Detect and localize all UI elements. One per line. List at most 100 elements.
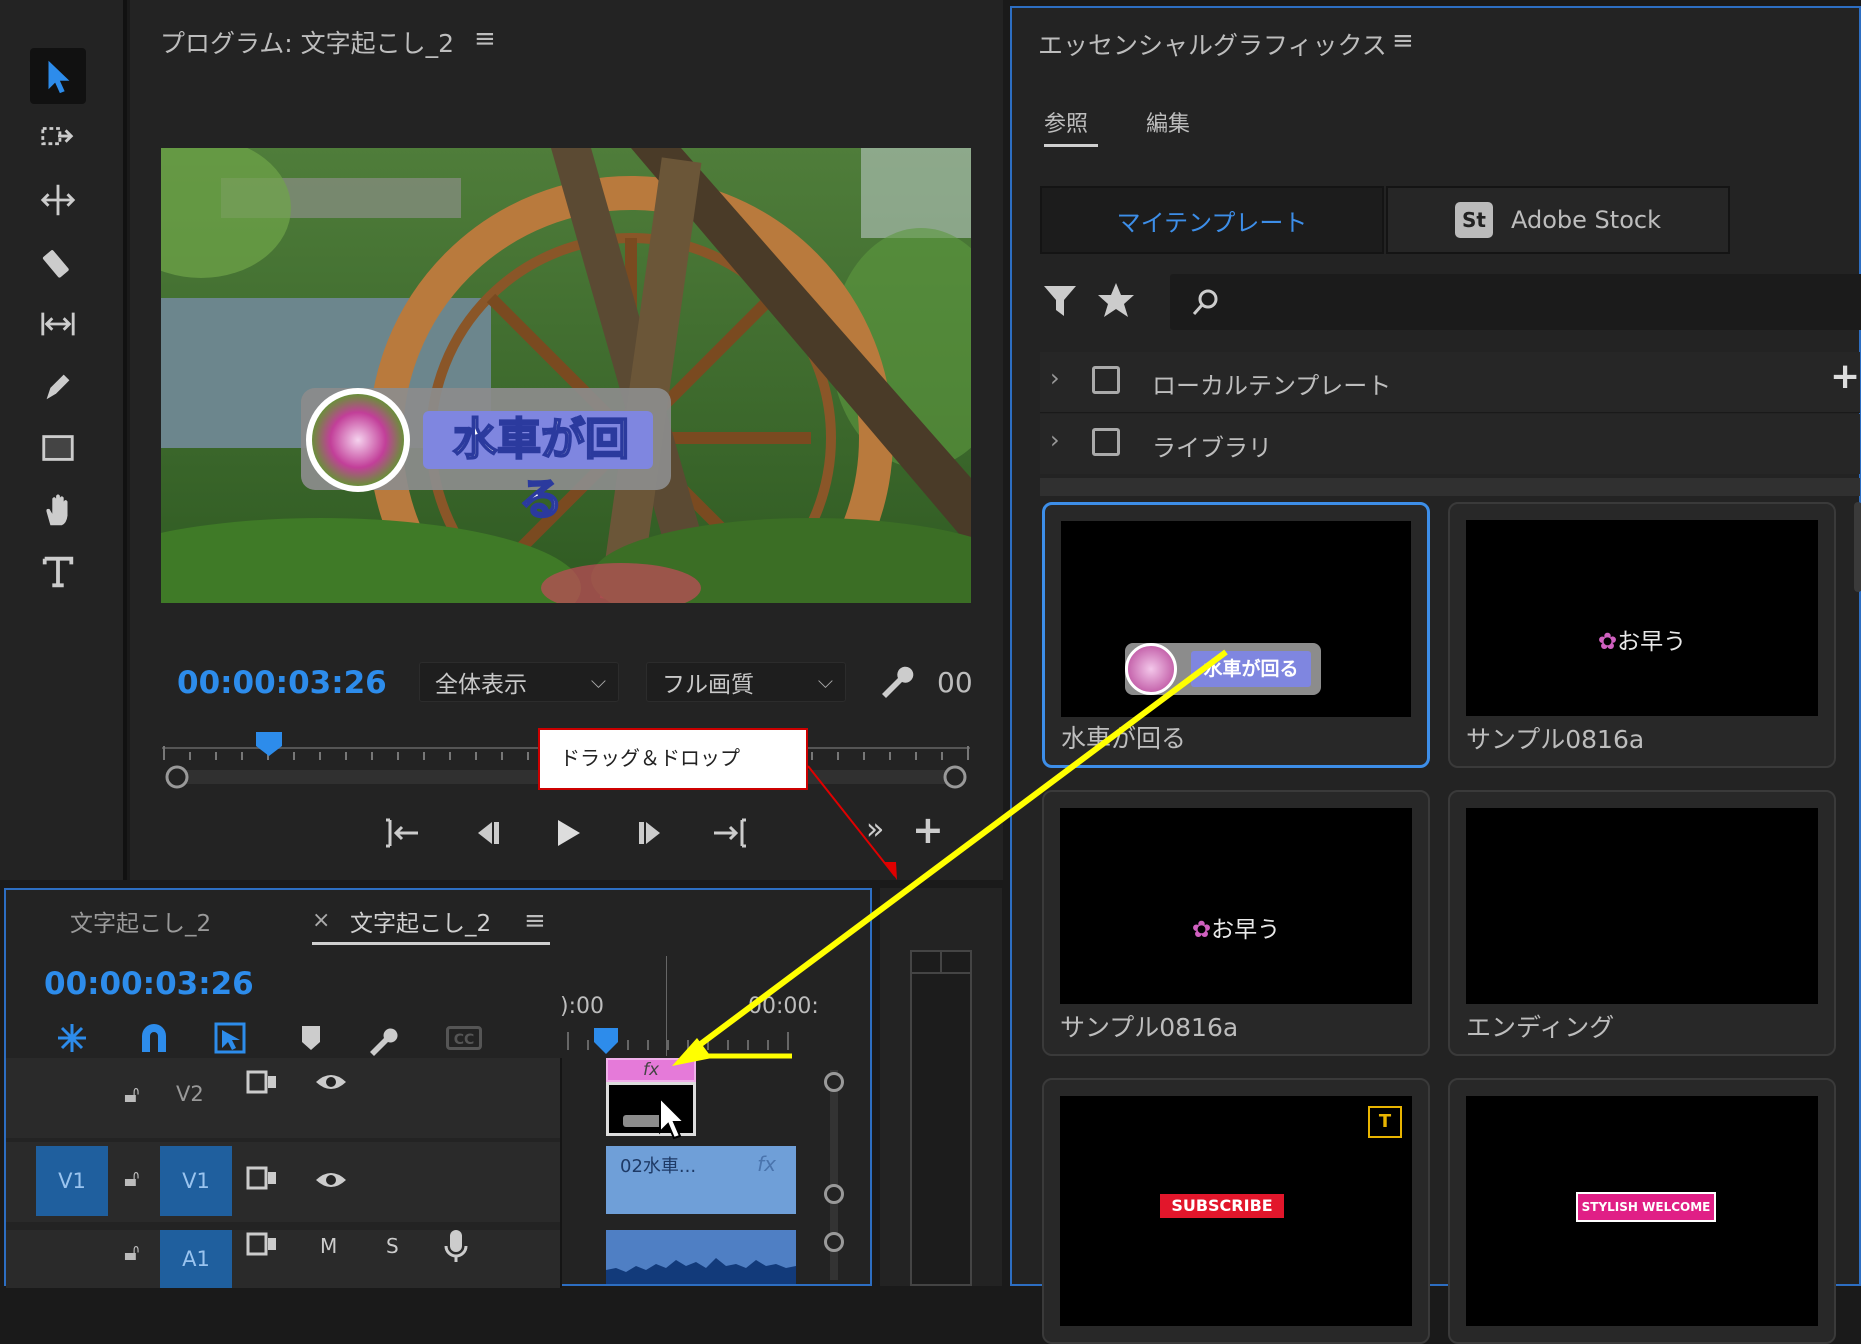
snap-magnet-icon[interactable] [136, 1020, 172, 1056]
voiceover-mic-icon[interactable] [444, 1228, 468, 1264]
template-tile-waterwheel[interactable]: 水車が回る 水車が回る [1042, 502, 1430, 768]
overlay-title-text: 水車が回る [452, 413, 630, 526]
template-thumbnail: ✿お早う [1060, 808, 1412, 1004]
folder-row-local-templates[interactable]: › ローカルテンプレート + [1040, 352, 1860, 413]
template-tile-ending[interactable]: エンディング [1448, 790, 1836, 1056]
timeline-panel: 文字起こし_2 × 文字起こし_2 ≡ 00:00:03:26 CC ):00 … [4, 888, 872, 1288]
lock-track-icon[interactable]: 🔓︎ [124, 1080, 140, 1108]
essential-graphics-menu-icon[interactable]: ≡ [1392, 26, 1414, 56]
eye-toggle-icon[interactable] [314, 1168, 348, 1192]
folder-checkbox[interactable] [1092, 428, 1120, 456]
ruler-end-label: 00:00: [748, 994, 819, 1019]
selection-tool-icon[interactable] [30, 48, 86, 104]
tab-edit[interactable]: 編集 [1146, 106, 1190, 138]
timeline-playhead-icon[interactable] [590, 1026, 622, 1058]
template-thumbnail [1466, 808, 1818, 1004]
eye-toggle-icon[interactable] [314, 1070, 348, 1094]
add-marker-icon[interactable] [296, 1022, 326, 1054]
track-select-tool-icon[interactable] [30, 110, 86, 166]
chevron-down-icon: ⌵ [590, 669, 606, 693]
chevron-right-icon[interactable]: › [1050, 364, 1060, 392]
rectangle-tool-icon[interactable] [30, 420, 86, 476]
my-templates-tab[interactable]: マイテンプレート [1040, 186, 1384, 254]
nest-sequence-icon[interactable] [54, 1020, 90, 1056]
scroll-handle-mid[interactable] [824, 1184, 844, 1204]
solo-track-button[interactable]: S [386, 1234, 399, 1258]
timeline-timecode[interactable]: 00:00:03:26 [44, 966, 254, 1002]
template-tile-sample-0816a[interactable]: ✿お早う サンプル0816a [1448, 502, 1836, 768]
program-timecode[interactable]: 00:00:03:26 [177, 665, 387, 701]
timeline-tab-inactive[interactable]: 文字起こし_2 [70, 904, 211, 938]
sync-lock-icon[interactable] [246, 1230, 278, 1258]
template-thumbnail: 水車が回る [1061, 521, 1411, 717]
tab-browse-underline [1044, 144, 1098, 147]
source-patch-label: V1 [58, 1169, 86, 1193]
folder-row-library[interactable]: › ライブラリ [1040, 414, 1860, 474]
playback-resolution-value: フル画質 [662, 672, 754, 698]
tab-close-icon[interactable]: × [312, 908, 330, 933]
pen-tool-icon[interactable] [30, 358, 86, 414]
step-back-button-icon[interactable] [466, 812, 508, 858]
essential-graphics-panel: エッセンシャルグラフィックス ≡ 参照 編集 マイテンプレート St Adobe… [1010, 6, 1861, 1344]
track-target-a1[interactable]: A1 [160, 1230, 232, 1288]
lock-track-icon[interactable]: 🔓︎ [124, 1238, 140, 1266]
scroll-handle-bottom[interactable] [824, 1232, 844, 1252]
scroll-handle-top[interactable] [824, 1072, 844, 1092]
template-tile-stylish-welcome[interactable]: STYLISH WELCOME [1448, 1078, 1836, 1344]
playback-resolution-select[interactable]: フル画質 ⌵ [646, 662, 846, 702]
video-clip-fx-badge: fx [757, 1152, 776, 1176]
button-editor-plus-icon[interactable]: + [912, 808, 944, 852]
audio-clip-a1[interactable] [606, 1230, 796, 1284]
mouse-cursor-icon [659, 1096, 687, 1140]
timeline-settings-wrench-icon[interactable] [364, 1020, 400, 1056]
graphic-clip-header[interactable]: fx [606, 1058, 696, 1082]
hand-tool-icon[interactable] [30, 482, 86, 538]
lock-track-icon[interactable]: 🔓︎ [124, 1164, 140, 1192]
active-tab-underline [312, 942, 550, 945]
video-clip-name: 02水車... [620, 1156, 697, 1177]
sync-lock-icon[interactable] [246, 1068, 278, 1096]
folder-checkbox[interactable] [1092, 366, 1120, 394]
track-name-v2: V2 [176, 1082, 204, 1106]
tab-browse[interactable]: 参照 [1044, 106, 1088, 138]
slip-tool-icon[interactable] [30, 296, 86, 352]
program-playhead[interactable] [256, 732, 282, 756]
track-header-v2 [6, 1058, 560, 1138]
adobe-stock-tab[interactable]: St Adobe Stock [1386, 186, 1730, 254]
template-thumbnail: STYLISH WELCOME [1466, 1096, 1818, 1326]
add-folder-plus-icon[interactable]: + [1830, 356, 1860, 397]
tools-panel [0, 0, 127, 880]
type-tool-icon[interactable] [30, 544, 86, 600]
template-tile-subscribe[interactable]: T SUBSCRIBE [1042, 1078, 1430, 1344]
settings-wrench-icon[interactable] [874, 660, 914, 704]
zoom-level-select[interactable]: 全体表示 ⌵ [419, 662, 619, 702]
program-video-frame: 水車が回る [161, 148, 971, 603]
mute-track-button[interactable]: M [320, 1234, 337, 1258]
template-search-input[interactable] [1170, 274, 1861, 330]
track-target-v1[interactable]: V1 [160, 1146, 232, 1216]
program-menu-icon[interactable]: ≡ [474, 24, 496, 54]
more-controls-icon[interactable]: » [866, 812, 884, 847]
track-name-a1: A1 [182, 1247, 210, 1271]
template-tile-sample-0816a-2[interactable]: ✿お早う サンプル0816a [1042, 790, 1430, 1056]
folder-label-local-templates: ローカルテンプレート [1152, 372, 1392, 400]
filter-icon[interactable] [1040, 280, 1080, 324]
step-forward-button-icon[interactable] [630, 812, 672, 858]
sync-lock-icon[interactable] [246, 1164, 278, 1192]
thumb-title-text: 水車が回る [1191, 651, 1311, 687]
captions-cc-icon[interactable]: CC [446, 1026, 482, 1050]
my-templates-label: マイテンプレート [1116, 208, 1308, 237]
ripple-edit-tool-icon[interactable] [30, 172, 86, 228]
chevron-right-icon[interactable]: › [1050, 426, 1060, 454]
mark-out-button-icon[interactable] [708, 812, 750, 858]
linked-selection-icon[interactable] [212, 1020, 248, 1056]
razor-tool-icon[interactable] [30, 234, 86, 290]
mark-in-button-icon[interactable] [382, 812, 424, 858]
source-patch-v1[interactable]: V1 [36, 1146, 108, 1216]
timeline-menu-icon[interactable]: ≡ [524, 906, 546, 936]
favorites-star-icon[interactable] [1096, 280, 1136, 324]
timeline-tab-active[interactable]: 文字起こし_2 [350, 904, 491, 938]
video-clip-v1[interactable]: 02水車... fx [606, 1146, 796, 1214]
play-button-icon[interactable] [546, 812, 588, 858]
template-scrollbar[interactable] [1854, 502, 1861, 592]
